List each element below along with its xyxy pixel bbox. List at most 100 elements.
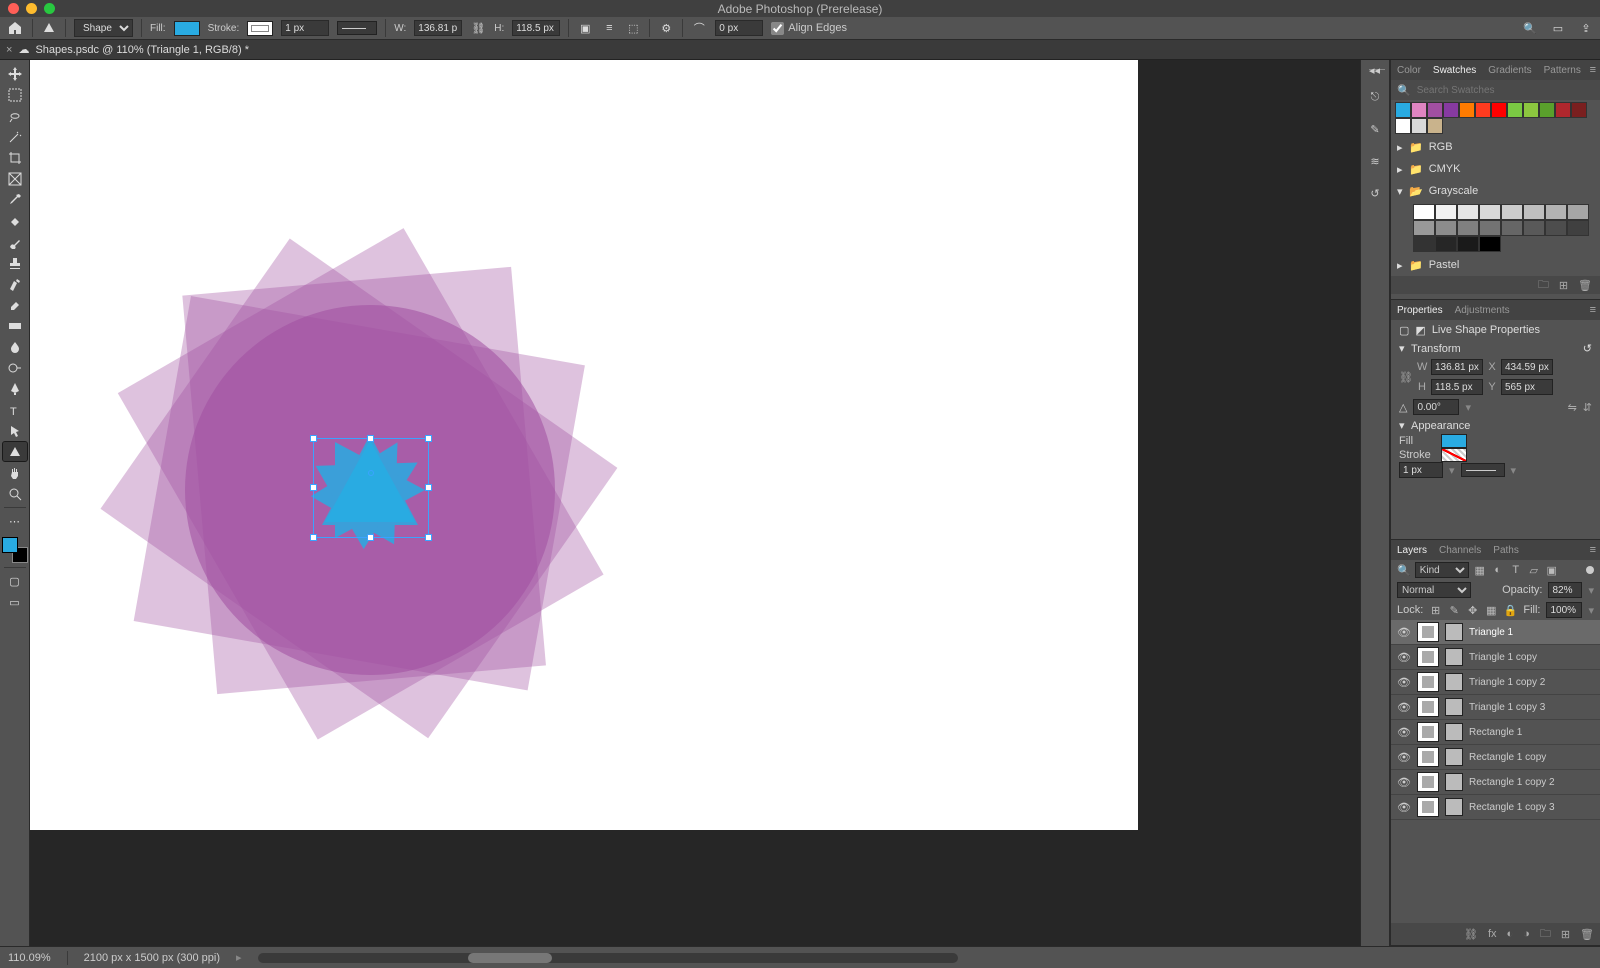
shape-mode-select[interactable]: Shape [74, 19, 133, 37]
stamp-tool[interactable] [3, 253, 27, 272]
minimize-window[interactable] [26, 3, 37, 14]
shape-tool[interactable] [3, 442, 27, 461]
swatch[interactable] [1523, 102, 1539, 118]
layer-thumb[interactable] [1417, 672, 1439, 692]
swatch[interactable] [1523, 204, 1545, 220]
swatch[interactable] [1523, 220, 1545, 236]
prop-stroke-swatch[interactable] [1441, 448, 1467, 462]
collapse-panels-icon[interactable]: ◂◂ [1369, 64, 1385, 70]
tab-adjustments[interactable]: Adjustments [1455, 305, 1510, 316]
visibility-icon[interactable]: 👁 [1397, 751, 1411, 764]
swatch[interactable] [1539, 102, 1555, 118]
tab-layers[interactable]: Layers [1397, 545, 1427, 556]
lock-nest-icon[interactable]: ▦ [1485, 603, 1498, 617]
folder-rgb[interactable]: ▸📁RGB [1391, 136, 1600, 158]
swatch[interactable] [1443, 102, 1459, 118]
adjustments-dock-icon[interactable]: ⎋ [1366, 88, 1384, 106]
swatch[interactable] [1435, 236, 1457, 252]
handle-ne[interactable] [425, 435, 432, 442]
delete-swatch-icon[interactable]: 🗑 [1578, 279, 1592, 292]
layer-mask-thumb[interactable] [1445, 698, 1463, 716]
quickmask-icon[interactable]: ▢ [3, 572, 27, 591]
link-wh-icon[interactable]: ⛓ [470, 20, 486, 36]
tab-gradients[interactable]: Gradients [1488, 65, 1531, 76]
swatch[interactable] [1501, 220, 1523, 236]
visibility-icon[interactable]: 👁 [1397, 676, 1411, 689]
lock-trans-icon[interactable]: ⊞ [1429, 603, 1442, 617]
stroke-width-input[interactable] [281, 20, 329, 36]
layer-row[interactable]: 👁Triangle 1 copy 2 [1391, 670, 1600, 695]
layer-row[interactable]: 👁Triangle 1 copy [1391, 645, 1600, 670]
handle-w[interactable] [310, 484, 317, 491]
align-edges-checkbox[interactable]: Align Edges [771, 22, 847, 35]
gear-icon[interactable]: ⚙ [658, 20, 674, 36]
adjustment-layer-icon[interactable]: ◑ [1523, 928, 1530, 940]
handle-se[interactable] [425, 534, 432, 541]
handle-sw[interactable] [310, 534, 317, 541]
swatch[interactable] [1457, 204, 1479, 220]
lock-paint-icon[interactable]: ✎ [1448, 603, 1461, 617]
brushes-dock-icon[interactable]: ✎ [1366, 120, 1384, 138]
h-scrollbar[interactable] [258, 953, 958, 963]
layer-fill-input[interactable] [1546, 602, 1582, 618]
layer-row[interactable]: 👁Rectangle 1 copy [1391, 745, 1600, 770]
swatch[interactable] [1411, 118, 1427, 134]
visibility-icon[interactable]: 👁 [1397, 701, 1411, 714]
folder-grayscale[interactable]: ▾📂Grayscale [1391, 180, 1600, 202]
history-brush-tool[interactable] [3, 274, 27, 293]
tab-swatches[interactable]: Swatches [1433, 65, 1476, 76]
folder-pastel[interactable]: ▸📁Pastel [1391, 254, 1600, 276]
hand-tool[interactable] [3, 463, 27, 482]
maximize-window[interactable] [44, 3, 55, 14]
eraser-tool[interactable] [3, 295, 27, 314]
round-corners-icon[interactable]: ⌒ [691, 20, 707, 36]
layer-thumb[interactable] [1417, 747, 1439, 767]
folder-cmyk[interactable]: ▸📁CMYK [1391, 158, 1600, 180]
visibility-icon[interactable]: 👁 [1397, 626, 1411, 639]
reset-icon[interactable]: ↺ [1583, 342, 1592, 355]
tab-channels[interactable]: Channels [1439, 545, 1481, 556]
fill-swatch[interactable] [174, 21, 200, 36]
prop-y-input[interactable] [1501, 379, 1553, 395]
layer-mask-thumb[interactable] [1445, 723, 1463, 741]
swatch[interactable] [1507, 102, 1523, 118]
swatch[interactable] [1427, 102, 1443, 118]
panel-menu-icon[interactable]: ≡ [1590, 304, 1596, 316]
new-swatch-icon[interactable]: ⊞ [1559, 279, 1568, 292]
prop-x-input[interactable] [1501, 359, 1553, 375]
stroke-style-select[interactable] [337, 21, 377, 35]
panel-menu-icon[interactable]: ≡ [1590, 64, 1596, 76]
height-input[interactable] [512, 20, 560, 36]
gradient-tool[interactable] [3, 316, 27, 335]
search-icon[interactable]: 🔍 [1522, 20, 1538, 36]
lock-all-icon[interactable]: 🔒 [1504, 603, 1518, 617]
blend-mode-select[interactable]: Normal [1397, 582, 1471, 598]
prop-fill-swatch[interactable] [1441, 434, 1467, 448]
swatch[interactable] [1457, 236, 1479, 252]
selection-box[interactable] [313, 438, 429, 538]
zoom-level[interactable]: 110.09% [8, 952, 51, 964]
swatch[interactable] [1555, 102, 1571, 118]
transform-section[interactable]: ▾Transform↺ [1391, 340, 1600, 357]
swatch[interactable] [1395, 118, 1411, 134]
lasso-tool[interactable] [3, 106, 27, 125]
swatch[interactable] [1501, 204, 1523, 220]
panel-menu-icon[interactable]: ≡ [1590, 544, 1596, 556]
swatch[interactable] [1435, 220, 1457, 236]
width-input[interactable] [414, 20, 462, 36]
filter-smart-icon[interactable]: ▣ [1545, 563, 1559, 577]
appearance-section[interactable]: ▾Appearance [1391, 417, 1600, 434]
link-wh-icon[interactable]: ⛓ [1399, 371, 1413, 384]
layers-dock-icon[interactable]: ≋ [1366, 152, 1384, 170]
close-window[interactable] [8, 3, 19, 14]
swatch[interactable] [1413, 220, 1435, 236]
doc-dimensions[interactable]: 2100 px x 1500 px (300 ppi) [84, 952, 220, 964]
move-tool[interactable] [3, 64, 27, 83]
visibility-icon[interactable]: 👁 [1397, 726, 1411, 739]
link-layers-icon[interactable]: ⛓ [1464, 928, 1478, 941]
layer-mask-thumb[interactable] [1445, 623, 1463, 641]
type-tool[interactable]: T [3, 400, 27, 419]
history-dock-icon[interactable]: ↺ [1366, 184, 1384, 202]
path-combine-icon[interactable]: ▣ [577, 20, 593, 36]
tab-color[interactable]: Color [1397, 65, 1421, 76]
